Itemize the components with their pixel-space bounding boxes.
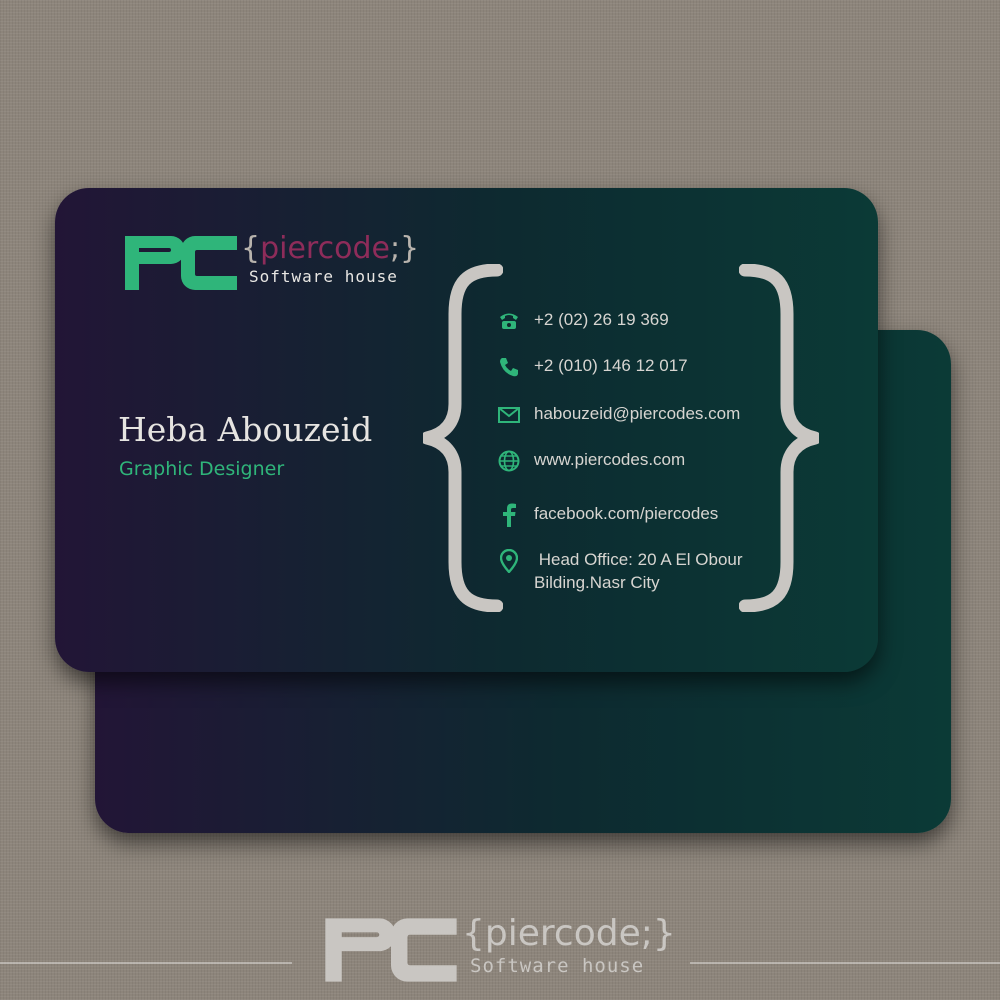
watermark-brand-name: {piercode;} bbox=[462, 916, 676, 952]
contact-address: Head Office: 20 A El Obour Bilding.Nasr … bbox=[496, 548, 743, 594]
pc-logo-mark-watermark bbox=[325, 918, 457, 982]
phone-icon bbox=[496, 354, 522, 380]
contact-address-text: Head Office: 20 A El Obour Bilding.Nasr … bbox=[534, 548, 743, 594]
contact-email-text: habouzeid@piercodes.com bbox=[534, 404, 741, 423]
brand-logo: {piercode;} Software house bbox=[123, 234, 419, 292]
contact-website: www.piercodes.com bbox=[496, 448, 685, 474]
location-pin-icon bbox=[496, 548, 522, 574]
left-curly-brace bbox=[423, 264, 503, 612]
contact-website-text: www.piercodes.com bbox=[534, 450, 686, 469]
telephone-icon bbox=[496, 308, 522, 334]
pc-logo-mark bbox=[125, 236, 237, 290]
business-card-front: {piercode;} Software house Heba Abouzeid… bbox=[55, 188, 878, 672]
brand-word: piercode bbox=[260, 231, 390, 266]
divider-line-right bbox=[690, 962, 1000, 964]
contact-facebook: facebook.com/piercodes bbox=[496, 502, 718, 528]
envelope-icon bbox=[496, 402, 522, 428]
brand-name: {piercode;} bbox=[241, 234, 419, 264]
watermark-brace-close: ;} bbox=[640, 913, 676, 954]
watermark-brace-open: { bbox=[462, 913, 485, 954]
contact-email: habouzeid@piercodes.com bbox=[496, 402, 740, 428]
divider-line-left bbox=[0, 962, 292, 964]
contact-mobile: +2 (010) 146 12 017 bbox=[496, 354, 688, 380]
watermark-brand-word: piercode bbox=[484, 913, 641, 954]
person-name: Heba Abouzeid bbox=[118, 410, 373, 449]
contact-mobile-text: +2 (010) 146 12 017 bbox=[534, 356, 688, 375]
watermark-tagline: Software house bbox=[470, 955, 645, 977]
watermark-logo: {piercode;} Software house bbox=[322, 916, 676, 984]
contact-facebook-text: facebook.com/piercodes bbox=[534, 504, 719, 523]
address-line-1: Head Office: 20 A El Obour bbox=[534, 550, 743, 569]
right-curly-brace bbox=[739, 264, 819, 612]
brace-close: ;} bbox=[389, 231, 420, 266]
brand-tagline: Software house bbox=[249, 267, 398, 286]
facebook-icon bbox=[496, 502, 522, 528]
contact-landline: +2 (02) 26 19 369 bbox=[496, 308, 669, 334]
brace-open: { bbox=[241, 231, 261, 266]
globe-icon bbox=[496, 448, 522, 474]
contact-landline-text: +2 (02) 26 19 369 bbox=[534, 310, 669, 329]
person-title: Graphic Designer bbox=[119, 458, 285, 480]
address-line-2: Bilding.Nasr City bbox=[534, 573, 660, 592]
